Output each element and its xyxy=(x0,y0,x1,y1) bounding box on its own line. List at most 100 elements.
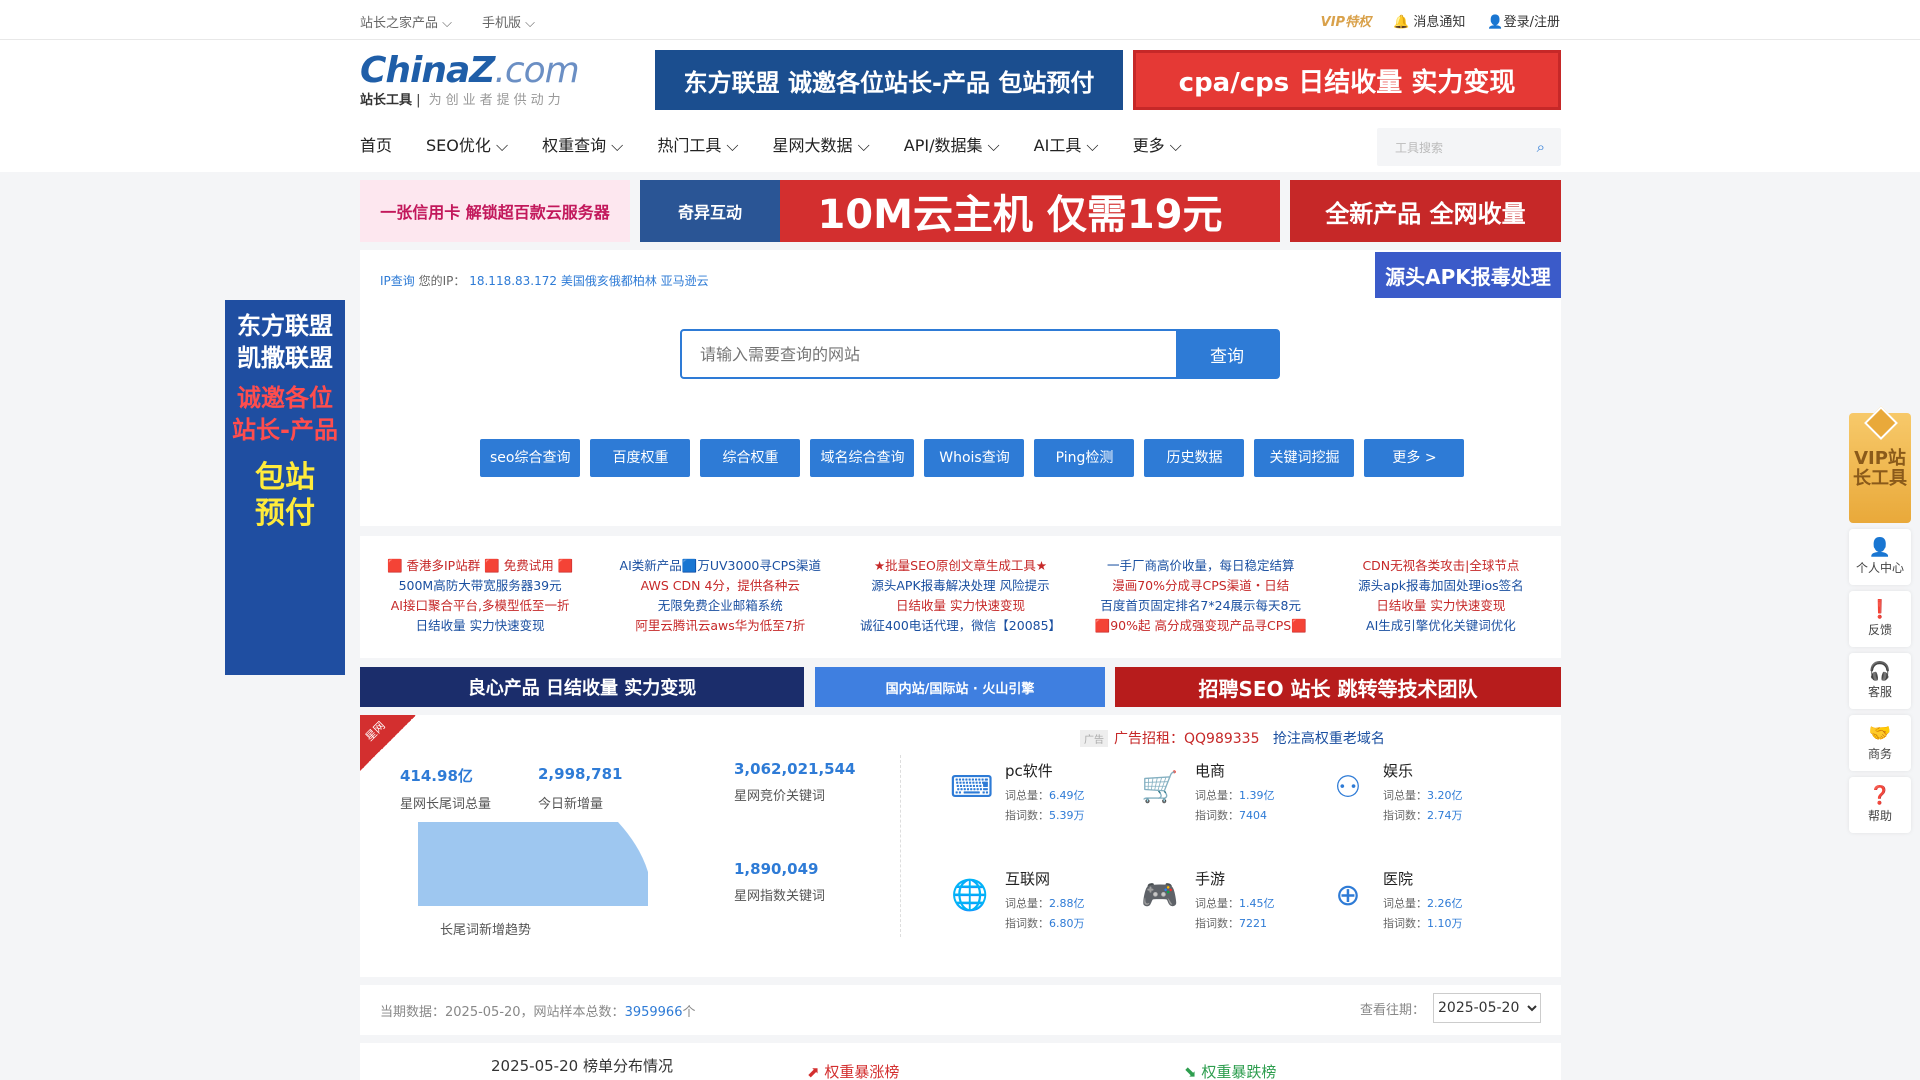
text-ad[interactable]: AI接口聚合平台,多模型低至一折 xyxy=(360,596,600,616)
quick-keyword[interactable]: 关键词挖掘 xyxy=(1254,439,1355,477)
quick-history[interactable]: 历史数据 xyxy=(1144,439,1245,477)
total-keywords-label: 星网长尾词总量 xyxy=(400,797,492,812)
text-ad[interactable]: ★批量SEO原创文章生成工具★ xyxy=(840,556,1080,576)
login-link[interactable]: 👤登录/注册 xyxy=(1487,11,1560,30)
quick-ping[interactable]: Ping检测 xyxy=(1034,439,1135,477)
text-ad[interactable]: 无限免费企业邮箱系统 xyxy=(600,596,840,616)
nav-weight[interactable]: 权重查询 ⌵ xyxy=(542,132,623,156)
quick-whois[interactable]: Whois查询 xyxy=(924,439,1025,477)
float-label: 个人中心 xyxy=(1855,561,1904,575)
vip-link[interactable]: VIP特权 xyxy=(1321,11,1371,30)
text-ad[interactable]: 阿里云腾讯云aws华为低至7折 xyxy=(600,616,840,636)
text-ad[interactable]: 一手厂商高价收量，每日稳定结算 xyxy=(1081,556,1321,576)
text-ad[interactable]: 500M高防大带宽服务器39元 xyxy=(360,576,600,596)
mobile-menu[interactable]: 手机版 ⌵ xyxy=(482,12,535,31)
text-ad[interactable]: 日结收量 实力快速变现 xyxy=(1321,596,1561,616)
notify-label: 消息通知 xyxy=(1413,15,1466,30)
category-name: 娱乐 xyxy=(1383,762,1414,780)
category-ecommerce[interactable]: 🛒 电商 词总量：1.39亿 指词数：7404 xyxy=(1140,760,1320,830)
float-label: 客服 xyxy=(1867,685,1892,699)
category-name: 手游 xyxy=(1195,870,1226,888)
float-feedback[interactable]: ❗ 反馈 xyxy=(1849,591,1911,647)
quick-domain[interactable]: 域名综合查询 xyxy=(810,439,915,477)
header: ChinaZ.com 站长工具 | 为创业者提供动力 东方联盟 诚邀各位站长-产… xyxy=(0,40,1920,172)
text-ad[interactable]: 🟥90%起 高分成强变现产品寻CPS🟥 xyxy=(1081,616,1321,636)
side-ad-line: 东方联盟 xyxy=(237,312,333,340)
text-ad[interactable]: 源头apk报毒加固处理ios签名 xyxy=(1321,576,1561,596)
float-user-center[interactable]: 👤 个人中心 xyxy=(1849,529,1911,585)
text-ad[interactable]: 漫画70%分成寻CPS渠道・日结 xyxy=(1081,576,1321,596)
ad-new-product[interactable]: 全新产品 全网收量 xyxy=(1290,180,1561,242)
ad-tag: 广告 xyxy=(1080,730,1108,747)
banner-mid-3[interactable]: 招聘SEO 站长 跳转等技术团队 xyxy=(1115,667,1561,707)
category-internet[interactable]: 🌐 互联网 词总量：2.88亿 指词数：6.80万 xyxy=(950,868,1130,938)
nav-home[interactable]: 首页 xyxy=(360,132,392,156)
total-prefix: 词总量： xyxy=(1005,897,1049,910)
index-prefix: 指词数： xyxy=(1005,917,1049,930)
text-ad[interactable]: 百度首页固定排名7*24展示每天8元 xyxy=(1081,596,1321,616)
query-button[interactable]: 查询 xyxy=(1176,331,1278,377)
code-window-icon: ⌨ xyxy=(950,770,994,805)
ad-rent-link[interactable]: 广告招租：QQ989335 xyxy=(1114,731,1259,747)
quick-seo[interactable]: seo综合查询 xyxy=(480,439,581,477)
text-ad[interactable]: CDN无视各类攻击|全球节点 xyxy=(1321,556,1561,576)
nav-more[interactable]: 更多 ⌵ xyxy=(1133,132,1182,156)
nav-hot-tools[interactable]: 热门工具 ⌵ xyxy=(657,132,738,156)
ad-domain-link[interactable]: 抢注高权重老域名 xyxy=(1273,731,1385,747)
notify-link[interactable]: 🔔 消息通知 xyxy=(1393,11,1465,30)
ad-cloud-host[interactable]: 奇异互动 10M云主机 仅需19元 xyxy=(640,180,1280,242)
banner-mid-1[interactable]: 良心产品 日结收量 实力变现 xyxy=(360,667,804,707)
text-ad[interactable]: 日结收量 实力快速变现 xyxy=(360,616,600,636)
site-logo[interactable]: ChinaZ.com 站长工具 | 为创业者提供动力 xyxy=(360,50,580,108)
category-pc-software[interactable]: ⌨ pc软件 词总量：6.49亿 指词数：5.39万 xyxy=(950,760,1130,830)
text-ad[interactable]: AI生成引擎优化关键词优化 xyxy=(1321,616,1561,636)
handshake-icon: 🤝 xyxy=(1868,723,1892,744)
float-label: 商务 xyxy=(1867,747,1892,761)
globe-icon: 🌐 xyxy=(951,878,989,913)
ad-apk[interactable]: 源头APK报毒处理 xyxy=(1375,252,1561,298)
rank-down-tab[interactable]: ⬊ 权重暴跌榜 xyxy=(1184,1061,1276,1080)
category-mobile-games[interactable]: 🎮 手游 词总量：1.45亿 指词数：7221 xyxy=(1140,868,1320,938)
category-hospital[interactable]: ⊕ 医院 词总量：2.26亿 指词数：1.10万 xyxy=(1328,868,1508,938)
category-index: 7404 xyxy=(1239,809,1267,822)
vip-tools-button[interactable]: VIP站长工具 xyxy=(1849,406,1911,523)
rank-up-tab[interactable]: ⬈ 权重暴涨榜 xyxy=(807,1061,899,1080)
quick-baidu-weight[interactable]: 百度权重 xyxy=(590,439,691,477)
float-business[interactable]: 🤝 商务 xyxy=(1849,715,1911,771)
quick-overall-weight[interactable]: 综合权重 xyxy=(700,439,801,477)
text-ad[interactable]: 日结收量 实力快速变现 xyxy=(840,596,1080,616)
float-service[interactable]: 🎧 客服 xyxy=(1849,653,1911,709)
text-ad[interactable]: AWS CDN 4分，提供各种云 xyxy=(600,576,840,596)
ad-credit-card[interactable]: 一张信用卡 解锁超百款云服务器 xyxy=(360,180,630,242)
period-select[interactable]: 2025-05-20 xyxy=(1433,993,1541,1023)
sample-count: 3959966 xyxy=(624,1005,683,1020)
banner-top-2[interactable]: cpa/cps 日结收量 实力变现 xyxy=(1133,50,1561,110)
diamond-icon xyxy=(1864,406,1898,440)
vip-label: VIP站长工具 xyxy=(1853,448,1907,489)
nav-bigdata[interactable]: 星网大数据 ⌵ xyxy=(773,132,870,156)
index-prefix: 指词数： xyxy=(1195,809,1239,822)
text-ad[interactable]: 诚征400电话代理，微信【20085】 xyxy=(840,616,1080,636)
text-ad[interactable]: 源头APK报毒解决处理 风险提示 xyxy=(840,576,1080,596)
quick-more[interactable]: 更多 > xyxy=(1364,439,1465,477)
text-ad[interactable]: AI类新产品🟦万UV3000寻CPS渠道 xyxy=(600,556,840,576)
text-ad[interactable]: 🟥 香港多IP站群 🟥 免费试用 🟥 xyxy=(360,556,600,576)
nav-api[interactable]: API/数据集 ⌵ xyxy=(904,132,1000,156)
main-search-input[interactable] xyxy=(682,331,1176,377)
category-total: 2.88亿 xyxy=(1049,897,1085,910)
nav-ai[interactable]: AI工具 ⌵ xyxy=(1034,132,1099,156)
products-menu[interactable]: 站长之家产品 ⌵ xyxy=(360,12,452,31)
side-ad[interactable]: 东方联盟 凯撒联盟 诚邀各位 站长-产品 包站 预付 xyxy=(225,300,345,675)
total-prefix: 词总量： xyxy=(1383,897,1427,910)
tool-search-input[interactable]: 工具搜索 ⌕ xyxy=(1377,128,1561,166)
rank-title: 2025-05-20 榜单分布情况 xyxy=(491,1057,673,1075)
ip-query-link[interactable]: IP查询 xyxy=(380,274,415,288)
total-prefix: 词总量： xyxy=(1195,897,1239,910)
main-nav: 首页 SEO优化 ⌵ 权重查询 ⌵ 热门工具 ⌵ 星网大数据 ⌵ API/数据集… xyxy=(360,132,1216,156)
float-help[interactable]: ❓ 帮助 xyxy=(1849,777,1911,833)
banner-top-1[interactable]: 东方联盟 诚邀各位站长-产品 包站预付 xyxy=(655,50,1123,110)
search-icon[interactable]: ⌕ xyxy=(1537,138,1545,156)
banner-mid-2[interactable]: 国内站/国际站 · 火山引擎 xyxy=(815,667,1105,707)
nav-seo[interactable]: SEO优化 ⌵ xyxy=(426,132,508,156)
category-entertainment[interactable]: ⚇ 娱乐 词总量：3.20亿 指词数：2.74万 xyxy=(1328,760,1508,830)
